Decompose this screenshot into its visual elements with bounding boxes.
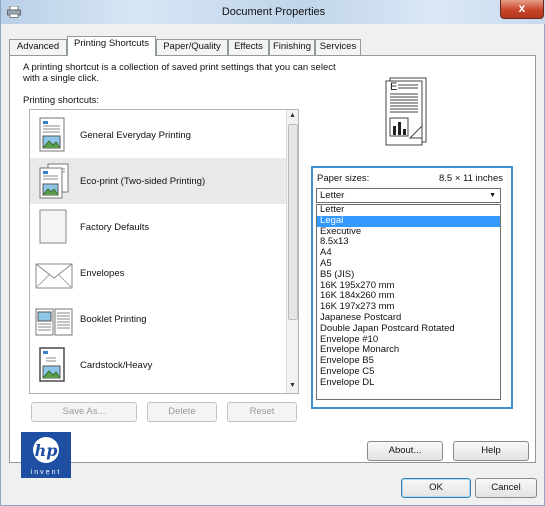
save-as-button[interactable]: Save As... bbox=[31, 402, 137, 422]
hp-logo-text: hp bbox=[35, 441, 58, 460]
shortcut-label: General Everyday Printing bbox=[80, 130, 191, 141]
envelope-icon bbox=[35, 263, 73, 289]
paper-size-select[interactable]: Letter ▼ bbox=[316, 188, 501, 203]
ok-button[interactable]: OK bbox=[401, 478, 471, 498]
chevron-down-icon[interactable]: ▼ bbox=[489, 189, 496, 202]
shortcuts-description: A printing shortcut is a collection of s… bbox=[23, 62, 353, 84]
cardstock-icon bbox=[39, 347, 65, 382]
shortcut-label: Cardstock/Heavy bbox=[80, 360, 153, 371]
shortcut-cardstock-heavy[interactable]: Cardstock/Heavy bbox=[30, 342, 286, 388]
help-button[interactable]: Help bbox=[453, 441, 529, 461]
paper-size-value: Letter bbox=[320, 190, 345, 201]
tab-effects[interactable]: Effects bbox=[228, 39, 269, 55]
title-bar[interactable]: Document Properties x bbox=[1, 0, 545, 24]
scroll-thumb[interactable] bbox=[288, 124, 298, 320]
tab-services[interactable]: Services bbox=[315, 39, 361, 55]
hp-logo: hp invent bbox=[21, 432, 71, 478]
paper-option[interactable]: B5 (JIS) bbox=[317, 269, 500, 281]
hp-logo-tagline: invent bbox=[31, 469, 62, 476]
paper-option[interactable]: Envelope DL bbox=[317, 377, 500, 389]
document-landscape-icon bbox=[39, 117, 65, 152]
tab-finishing[interactable]: Finishing bbox=[269, 39, 315, 55]
shortcut-general-everyday[interactable]: General Everyday Printing bbox=[30, 112, 286, 158]
shortcut-booklet-printing[interactable]: Booklet Printing bbox=[30, 296, 286, 342]
tab-printing-shortcuts[interactable]: Printing Shortcuts bbox=[67, 36, 156, 56]
shortcuts-list[interactable]: General Everyday Printing Eco-print (Two… bbox=[29, 109, 299, 394]
close-button[interactable]: x bbox=[500, 0, 544, 19]
shortcut-eco-print[interactable]: Eco-print (Two-sided Printing) bbox=[30, 158, 286, 204]
paper-size-options[interactable]: Letter Legal Executive 8.5x13 A4 A5 B5 (… bbox=[316, 204, 501, 400]
about-button[interactable]: About... bbox=[367, 441, 443, 461]
window-title: Document Properties bbox=[221, 6, 326, 18]
printing-shortcuts-label: Printing shortcuts: bbox=[23, 95, 100, 106]
shortcut-label: Booklet Printing bbox=[80, 314, 147, 325]
paper-dimensions: 8.5 × 11 inches bbox=[439, 173, 503, 184]
reset-button[interactable]: Reset bbox=[227, 402, 297, 422]
paper-option[interactable]: 8.5x13 bbox=[317, 237, 500, 248]
description-line-2: with a single click. bbox=[23, 73, 100, 84]
shortcuts-scrollbar[interactable]: ▲ ▼ bbox=[286, 110, 298, 393]
paper-option-highlighted[interactable]: Legal bbox=[317, 215, 500, 227]
scroll-up-icon[interactable]: ▲ bbox=[289, 112, 296, 119]
paper-option[interactable]: Double Japan Postcard Rotated bbox=[317, 323, 500, 335]
duplex-document-icon bbox=[39, 163, 69, 199]
description-line-1: A printing shortcut is a collection of s… bbox=[23, 62, 336, 73]
paper-option[interactable]: Letter bbox=[317, 204, 500, 216]
shortcut-factory-defaults[interactable]: Factory Defaults bbox=[30, 204, 286, 250]
blank-document-icon bbox=[39, 209, 67, 244]
shortcut-label: Eco-print (Two-sided Printing) bbox=[80, 176, 206, 187]
paper-sizes-label: Paper sizes: bbox=[317, 173, 370, 184]
shortcut-label: Factory Defaults bbox=[80, 222, 150, 233]
tab-advanced[interactable]: Advanced bbox=[9, 39, 67, 55]
paper-option[interactable]: A4 bbox=[317, 247, 500, 259]
delete-button[interactable]: Delete bbox=[147, 402, 217, 422]
shortcut-envelopes[interactable]: Envelopes bbox=[30, 250, 286, 296]
svg-text:E: E bbox=[390, 81, 397, 93]
document-preview-icon: E bbox=[385, 77, 427, 146]
cancel-button[interactable]: Cancel bbox=[475, 478, 537, 498]
booklet-icon bbox=[35, 308, 73, 336]
scroll-down-icon[interactable]: ▼ bbox=[289, 382, 296, 389]
tab-paper-quality[interactable]: Paper/Quality bbox=[156, 39, 228, 55]
shortcut-label: Envelopes bbox=[80, 268, 125, 279]
document-properties-window: Document Properties x Advanced Printing … bbox=[0, 0, 545, 506]
